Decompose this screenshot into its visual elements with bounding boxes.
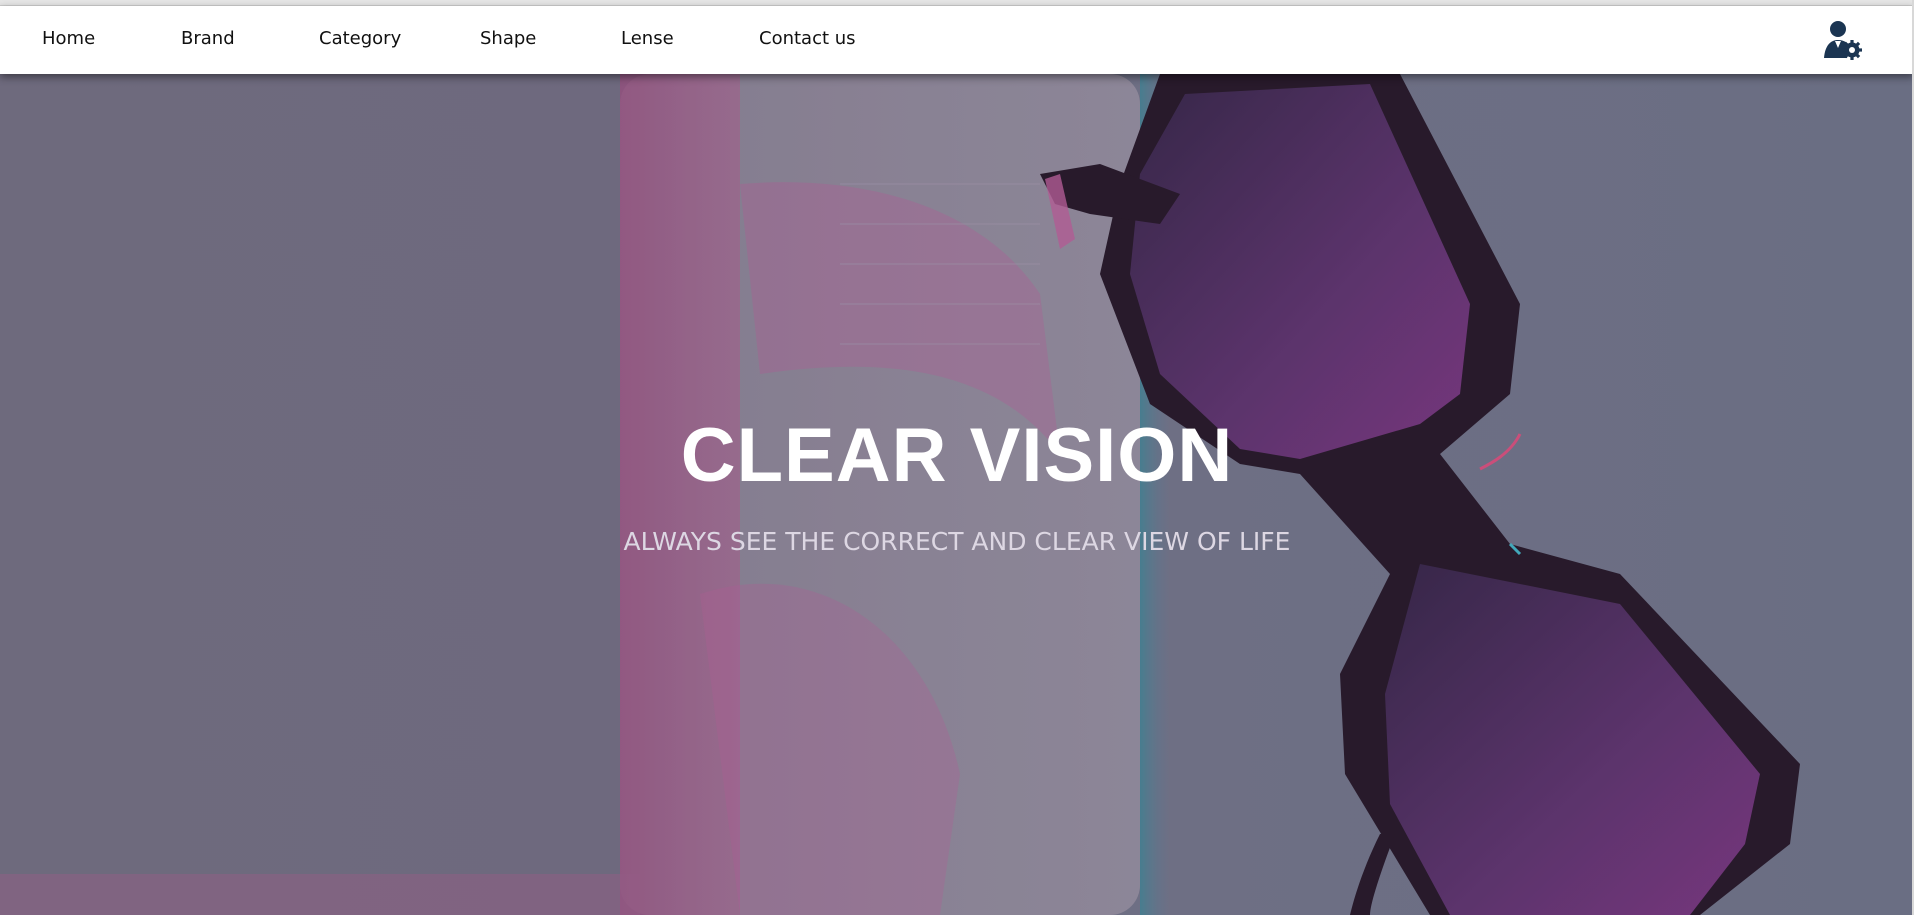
hero-title: CLEAR VISION xyxy=(680,413,1234,498)
nav-category-link[interactable]: Category xyxy=(319,28,401,49)
hero-subtitle: ALWAYS SEE THE CORRECT AND CLEAR VIEW OF… xyxy=(623,527,1291,556)
user-gear-icon[interactable] xyxy=(1820,18,1864,62)
nav-shape-link[interactable]: Shape xyxy=(480,28,536,49)
nav-home-link[interactable]: Home xyxy=(42,28,95,49)
main-navbar: Home Brand Category Shape Lense Contact … xyxy=(0,6,1914,74)
nav-lense-link[interactable]: Lense xyxy=(621,28,674,49)
hero-banner: CLEAR VISION ALWAYS SEE THE CORRECT AND … xyxy=(0,74,1914,915)
nav-brand-link[interactable]: Brand xyxy=(181,28,235,49)
nav-contact-link[interactable]: Contact us xyxy=(759,28,856,49)
